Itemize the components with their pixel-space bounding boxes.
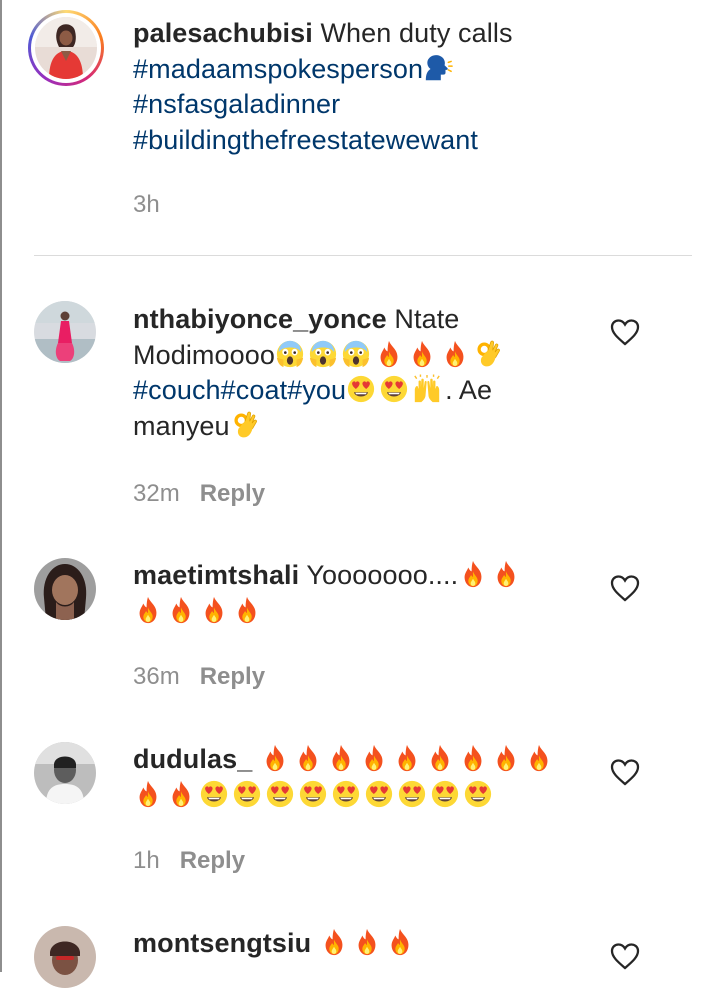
comment-meta: 32m Reply: [133, 480, 265, 508]
fire-emoji: [166, 779, 196, 809]
comment-text: maetimtshali Yooooooo....: [133, 558, 573, 629]
comment-timestamp: 32m: [133, 480, 180, 507]
like-heart-icon[interactable]: [610, 758, 640, 786]
caption-username[interactable]: palesachubisi: [133, 18, 313, 48]
fire-emoji: [385, 927, 415, 957]
raising-hands-emoji: [412, 374, 442, 404]
heart-eyes-emoji: [364, 779, 394, 809]
hashtag-link[interactable]: #buildingthefreestatewewant: [133, 125, 478, 155]
caption-body: When duty calls: [312, 18, 513, 48]
fire-emoji: [319, 927, 349, 957]
fire-emoji: [458, 559, 488, 589]
heart-eyes-emoji: [346, 374, 376, 404]
fire-emoji: [166, 595, 196, 625]
caption-timestamp: 3h: [133, 191, 160, 218]
left-edge-border: [0, 0, 2, 972]
reply-button[interactable]: Reply: [200, 663, 265, 690]
comment-timestamp: 1h: [133, 847, 160, 874]
comment-username[interactable]: maetimtshali: [133, 560, 299, 590]
comment-username[interactable]: dudulas_: [133, 744, 252, 774]
caption-text: palesachubisi When duty calls #madaamspo…: [133, 16, 693, 158]
face-screaming-emoji: [341, 339, 371, 369]
heart-eyes-emoji: [397, 779, 427, 809]
fire-emoji: [232, 595, 262, 625]
hashtag-link[interactable]: #madaamspokesperson: [133, 54, 423, 84]
hashtag-link[interactable]: #nsfasgaladinner: [133, 89, 340, 119]
comment-meta: 36m Reply: [133, 663, 265, 691]
heart-eyes-emoji: [199, 779, 229, 809]
fire-emoji: [425, 743, 455, 773]
like-heart-icon[interactable]: [610, 574, 640, 602]
avatar[interactable]: [34, 301, 96, 363]
fire-emoji: [293, 743, 323, 773]
avatar[interactable]: [34, 926, 96, 988]
reply-button[interactable]: Reply: [180, 847, 245, 874]
heart-eyes-emoji: [331, 779, 361, 809]
heart-eyes-emoji: [379, 374, 409, 404]
speaking-head-emoji: [423, 53, 453, 83]
comment-timestamp: 36m: [133, 663, 180, 690]
comment-username[interactable]: nthabiyonce_yonce: [133, 304, 387, 334]
fire-emoji: [440, 339, 470, 369]
heart-eyes-emoji: [430, 779, 460, 809]
face-screaming-emoji: [308, 339, 338, 369]
fire-emoji: [524, 743, 554, 773]
avatar[interactable]: [34, 558, 96, 620]
heart-eyes-emoji: [232, 779, 262, 809]
divider: [34, 255, 692, 256]
fire-emoji: [392, 743, 422, 773]
comment-text: dudulas_: [133, 742, 573, 813]
comment-text: nthabiyonce_yonce Ntate Modimoooo #couch…: [133, 302, 573, 444]
reply-button[interactable]: Reply: [200, 480, 265, 507]
heart-eyes-emoji: [298, 779, 328, 809]
hashtag-link[interactable]: #couch#coat#you: [133, 375, 346, 405]
fire-emoji: [407, 339, 437, 369]
fire-emoji: [260, 743, 290, 773]
comment-meta: 1h Reply: [133, 847, 245, 875]
like-heart-icon[interactable]: [610, 318, 640, 346]
heart-eyes-emoji: [463, 779, 493, 809]
fire-emoji: [359, 743, 389, 773]
face-screaming-emoji: [275, 339, 305, 369]
fire-emoji: [133, 779, 163, 809]
fire-emoji: [491, 743, 521, 773]
ok-hand-emoji: [473, 339, 503, 369]
heart-eyes-emoji: [265, 779, 295, 809]
fire-emoji: [326, 743, 356, 773]
fire-emoji: [374, 339, 404, 369]
fire-emoji: [491, 559, 521, 589]
fire-emoji: [352, 927, 382, 957]
comment-text: montsengtsiu: [133, 926, 573, 962]
comment-username[interactable]: montsengtsiu: [133, 928, 311, 958]
avatar[interactable]: [34, 742, 96, 804]
fire-emoji: [133, 595, 163, 625]
fire-emoji: [199, 595, 229, 625]
like-heart-icon[interactable]: [610, 942, 640, 970]
ok-hand-emoji: [230, 410, 260, 440]
avatar: [35, 17, 97, 79]
story-ring-avatar[interactable]: [28, 10, 104, 86]
fire-emoji: [458, 743, 488, 773]
